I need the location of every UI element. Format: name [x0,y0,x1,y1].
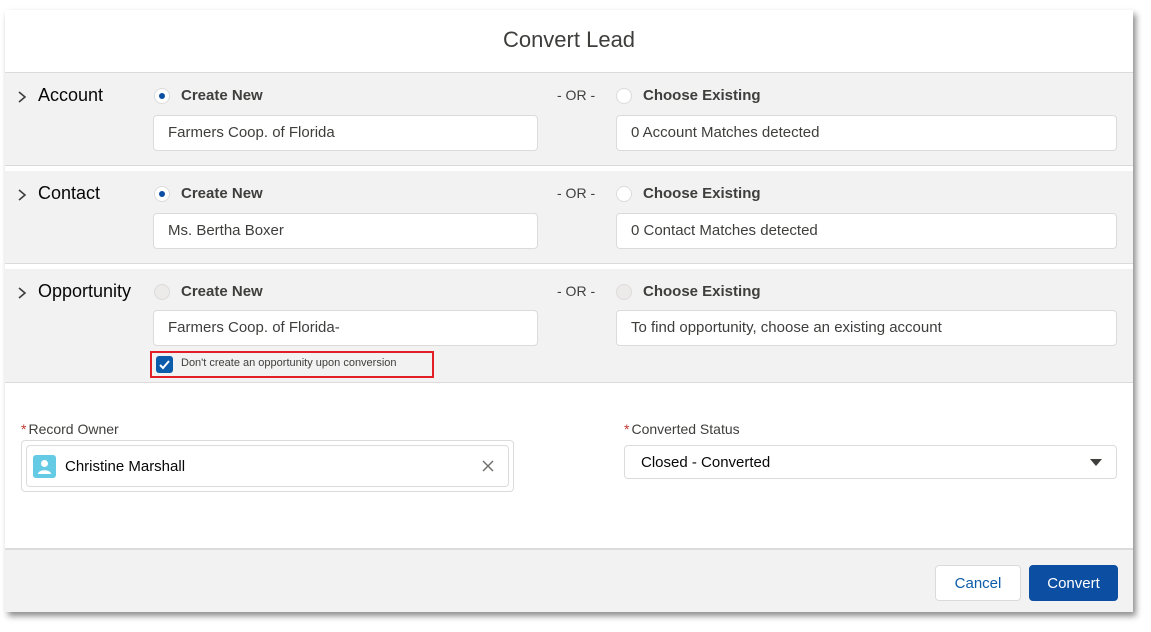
record-owner-label-text: Record Owner [28,421,119,437]
contact-create-new-label[interactable]: Create New [181,185,263,202]
opportunity-name-input[interactable]: Farmers Coop. of Florida- [153,310,538,346]
contact-section: Contact Create New - OR - Choose Existin… [5,171,1133,264]
account-matches-field[interactable]: 0 Account Matches detected [616,115,1117,151]
convert-button[interactable]: Convert [1029,565,1118,601]
record-owner-lookup[interactable]: Christine Marshall [21,440,514,492]
opportunity-section-label: Opportunity [38,281,132,301]
chevron-right-icon[interactable] [15,188,29,202]
modal-footer: Cancel Convert [5,548,1133,612]
opportunity-create-new-label[interactable]: Create New [181,283,263,300]
opportunity-search-field[interactable]: To find opportunity, choose an existing … [616,310,1117,346]
account-choose-existing-label[interactable]: Choose Existing [643,87,761,104]
no-opportunity-checkbox[interactable] [156,356,173,373]
convert-lead-modal: Convert Lead Account Create New - OR - C… [5,10,1133,612]
account-name-input[interactable]: Farmers Coop. of Florida [153,115,538,151]
opportunity-choose-existing-label[interactable]: Choose Existing [643,283,761,300]
chevron-right-icon[interactable] [15,90,29,104]
opportunity-choose-existing-radio[interactable] [616,284,632,300]
contact-matches-field[interactable]: 0 Contact Matches detected [616,213,1117,249]
cancel-button[interactable]: Cancel [935,565,1021,601]
contact-create-new-radio[interactable] [154,186,170,202]
account-choose-existing-radio[interactable] [616,88,632,104]
contact-choose-existing-label[interactable]: Choose Existing [643,185,761,202]
checkmark-icon [159,360,170,370]
caret-down-icon[interactable] [1090,459,1102,466]
contact-section-label: Contact [38,183,101,203]
contact-choose-existing-radio[interactable] [616,186,632,202]
account-create-new-label[interactable]: Create New [181,87,263,104]
or-divider: - OR - [557,283,596,299]
converted-status-select[interactable]: Closed - Converted [624,445,1117,479]
opportunity-create-new-radio[interactable] [154,284,170,300]
account-section-label: Account [38,85,104,105]
account-create-new-radio[interactable] [154,88,170,104]
or-divider: - OR - [557,87,596,103]
required-indicator: * [624,421,630,437]
no-opportunity-highlight: Don't create an opportunity upon convers… [150,351,434,378]
close-icon[interactable] [481,459,495,473]
converted-status-value: Closed - Converted [641,454,771,471]
contact-name-input[interactable]: Ms. Bertha Boxer [153,213,538,249]
record-owner-pill[interactable]: Christine Marshall [26,445,509,487]
converted-status-label-text: Converted Status [631,421,740,437]
modal-title: Convert Lead [502,27,636,52]
person-icon [38,460,51,474]
record-owner-name: Christine Marshall [65,458,186,475]
chevron-right-icon[interactable] [15,286,29,300]
or-divider: - OR - [557,185,596,201]
modal-header: Convert Lead [5,10,1133,73]
required-indicator: * [21,421,27,437]
no-opportunity-checkbox-label[interactable]: Don't create an opportunity upon convers… [181,357,397,369]
record-owner-label: * Record Owner [21,421,119,437]
converted-status-label: * Converted Status [624,421,740,437]
account-section: Account Create New - OR - Choose Existin… [5,73,1133,166]
user-avatar-icon [33,455,56,478]
